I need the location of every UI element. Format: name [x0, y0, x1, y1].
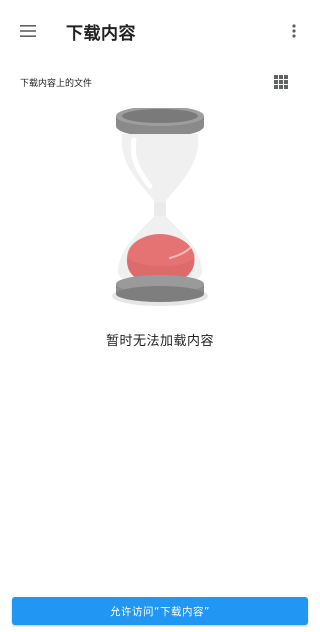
more-vert-icon [292, 24, 296, 38]
section-header: 下载内容上的文件 [0, 68, 320, 96]
grid-view-button[interactable] [274, 74, 290, 90]
section-title: 下载内容上的文件 [20, 79, 93, 89]
grid-view-icon [274, 75, 288, 89]
more-options-button[interactable] [282, 17, 306, 45]
page-title: 下载内容 [66, 24, 136, 44]
allow-access-button[interactable]: 允许访问“下载内容” [12, 597, 308, 625]
empty-state-message: 暂时无法加载内容 [105, 334, 214, 349]
hamburger-menu-icon [20, 25, 36, 37]
hourglass-icon [112, 108, 208, 306]
app-root: 下载内容 下载内容上的文件 暂时无法加载内容 允许访问“下载内容” [0, 0, 320, 632]
top-app-bar: 下载内容 [0, 0, 320, 60]
menu-button[interactable] [14, 17, 42, 45]
